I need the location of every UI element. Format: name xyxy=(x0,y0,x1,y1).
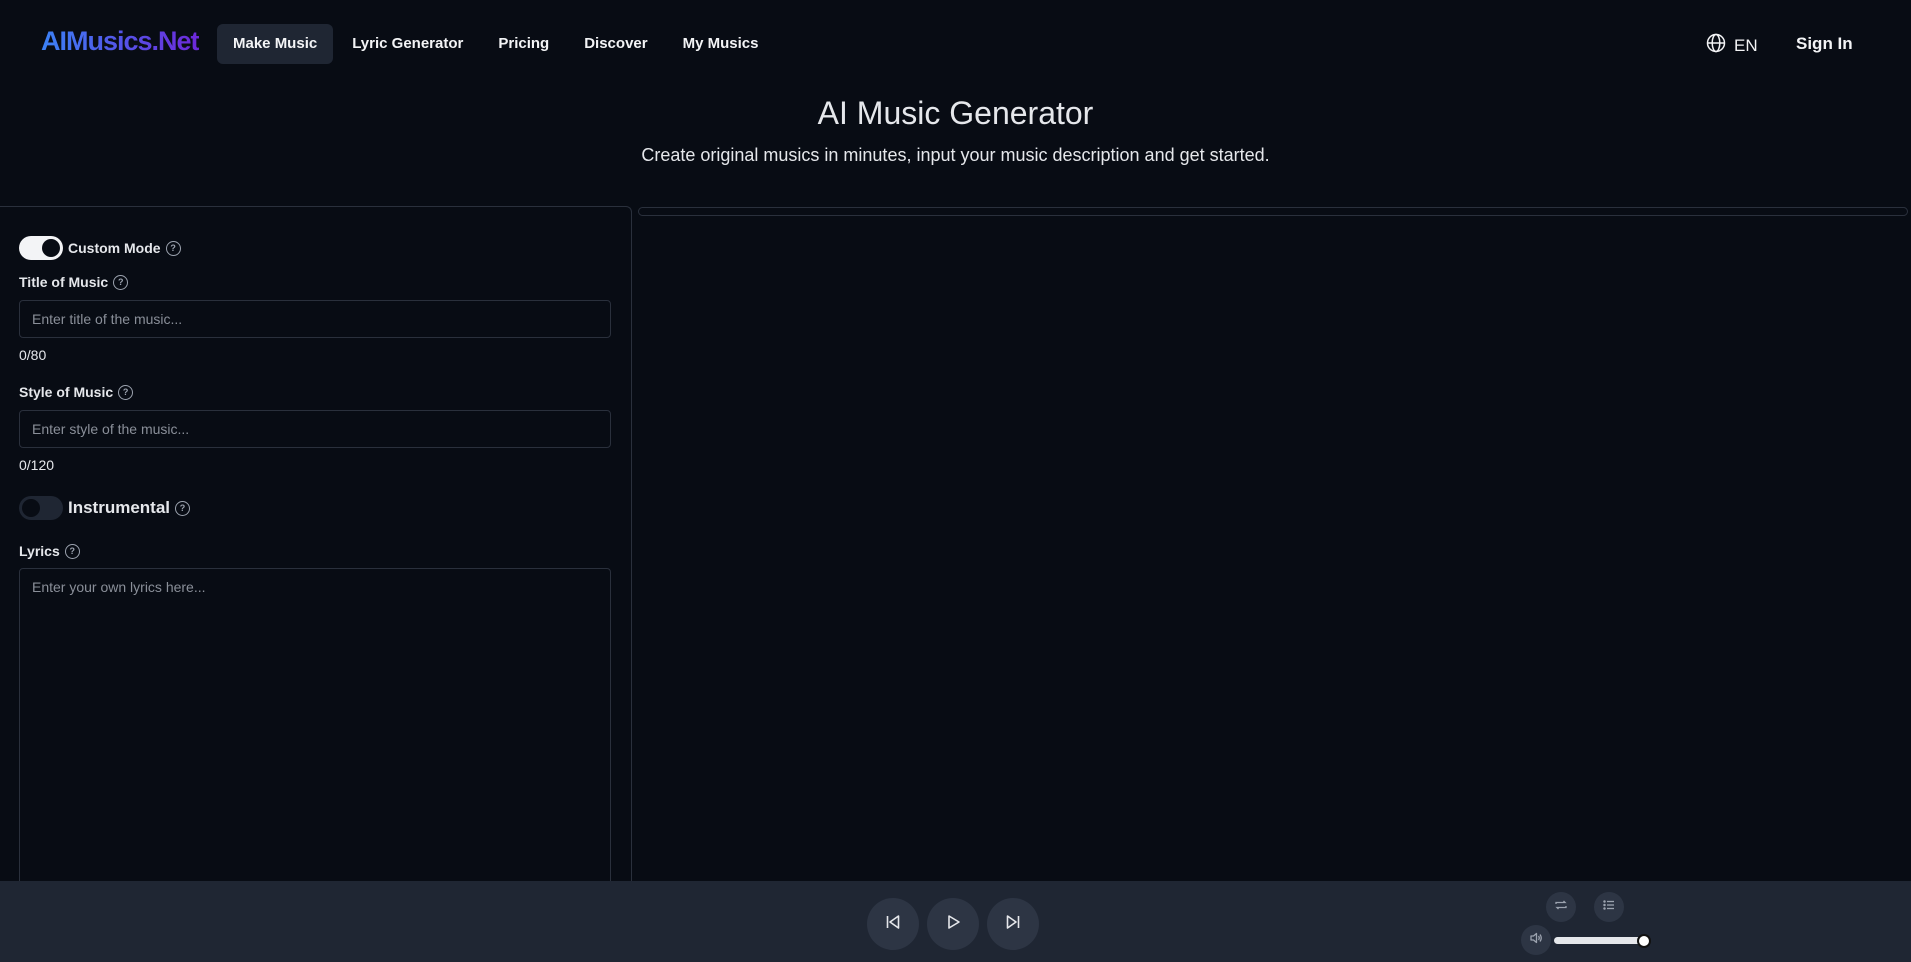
instrumental-toggle[interactable] xyxy=(19,496,63,520)
help-icon[interactable]: ? xyxy=(113,274,129,290)
volume-slider-track[interactable] xyxy=(1554,937,1647,944)
nav-pricing[interactable]: Pricing xyxy=(482,24,565,64)
title-counter: 0/80 xyxy=(19,347,47,363)
instrumental-label: Instrumental xyxy=(68,498,171,517)
previous-button[interactable] xyxy=(867,898,919,950)
style-label: Style of Music xyxy=(19,384,114,400)
style-input[interactable] xyxy=(19,410,611,448)
top-header: AIMusics.Net Make Music Lyric Generator … xyxy=(0,0,1911,90)
lyrics-textarea[interactable] xyxy=(19,568,611,898)
style-counter: 0/120 xyxy=(19,457,55,473)
instrumental-row: Instrumental ? xyxy=(19,496,191,520)
music-player-bar xyxy=(0,881,1911,962)
site-logo[interactable]: AIMusics.Net xyxy=(41,26,200,57)
play-icon xyxy=(944,913,962,936)
language-label: EN xyxy=(1734,35,1758,55)
nav-lyric-generator[interactable]: Lyric Generator xyxy=(336,24,479,64)
help-icon[interactable]: ? xyxy=(118,384,134,400)
page-title: AI Music Generator xyxy=(817,95,1094,131)
help-icon[interactable]: ? xyxy=(64,543,80,559)
nav-my-musics[interactable]: My Musics xyxy=(667,24,775,64)
globe-icon xyxy=(1706,33,1726,58)
skip-back-icon xyxy=(884,913,902,936)
custom-mode-label: Custom Mode xyxy=(68,240,161,256)
help-icon[interactable]: ? xyxy=(165,240,181,256)
language-switcher[interactable]: EN xyxy=(1706,33,1758,58)
play-button[interactable] xyxy=(927,898,979,950)
playlist-icon xyxy=(1602,898,1616,917)
title-label-row: Title of Music ? xyxy=(19,274,129,290)
lyrics-label-row: Lyrics ? xyxy=(19,543,80,559)
nav-discover[interactable]: Discover xyxy=(568,24,663,64)
results-panel xyxy=(638,207,1908,216)
volume-button[interactable] xyxy=(1521,925,1551,955)
playlist-button[interactable] xyxy=(1594,892,1624,922)
page-subtitle: Create original musics in minutes, input… xyxy=(641,145,1270,165)
custom-mode-row: Custom Mode ? xyxy=(19,236,181,260)
sign-in-button[interactable]: Sign In xyxy=(1796,34,1853,54)
title-label: Title of Music xyxy=(19,274,109,290)
lyrics-label: Lyrics xyxy=(19,543,60,559)
volume-icon xyxy=(1529,931,1543,950)
next-button[interactable] xyxy=(987,898,1039,950)
repeat-icon xyxy=(1554,898,1568,917)
help-icon[interactable]: ? xyxy=(175,500,191,516)
volume-slider-handle[interactable] xyxy=(1637,934,1651,948)
main-nav: Make Music Lyric Generator Pricing Disco… xyxy=(217,24,777,64)
skip-forward-icon xyxy=(1004,913,1022,936)
repeat-button[interactable] xyxy=(1546,892,1576,922)
custom-mode-toggle[interactable] xyxy=(19,236,63,260)
title-input[interactable] xyxy=(19,300,611,338)
nav-make-music[interactable]: Make Music xyxy=(217,24,334,64)
style-label-row: Style of Music ? xyxy=(19,384,134,400)
